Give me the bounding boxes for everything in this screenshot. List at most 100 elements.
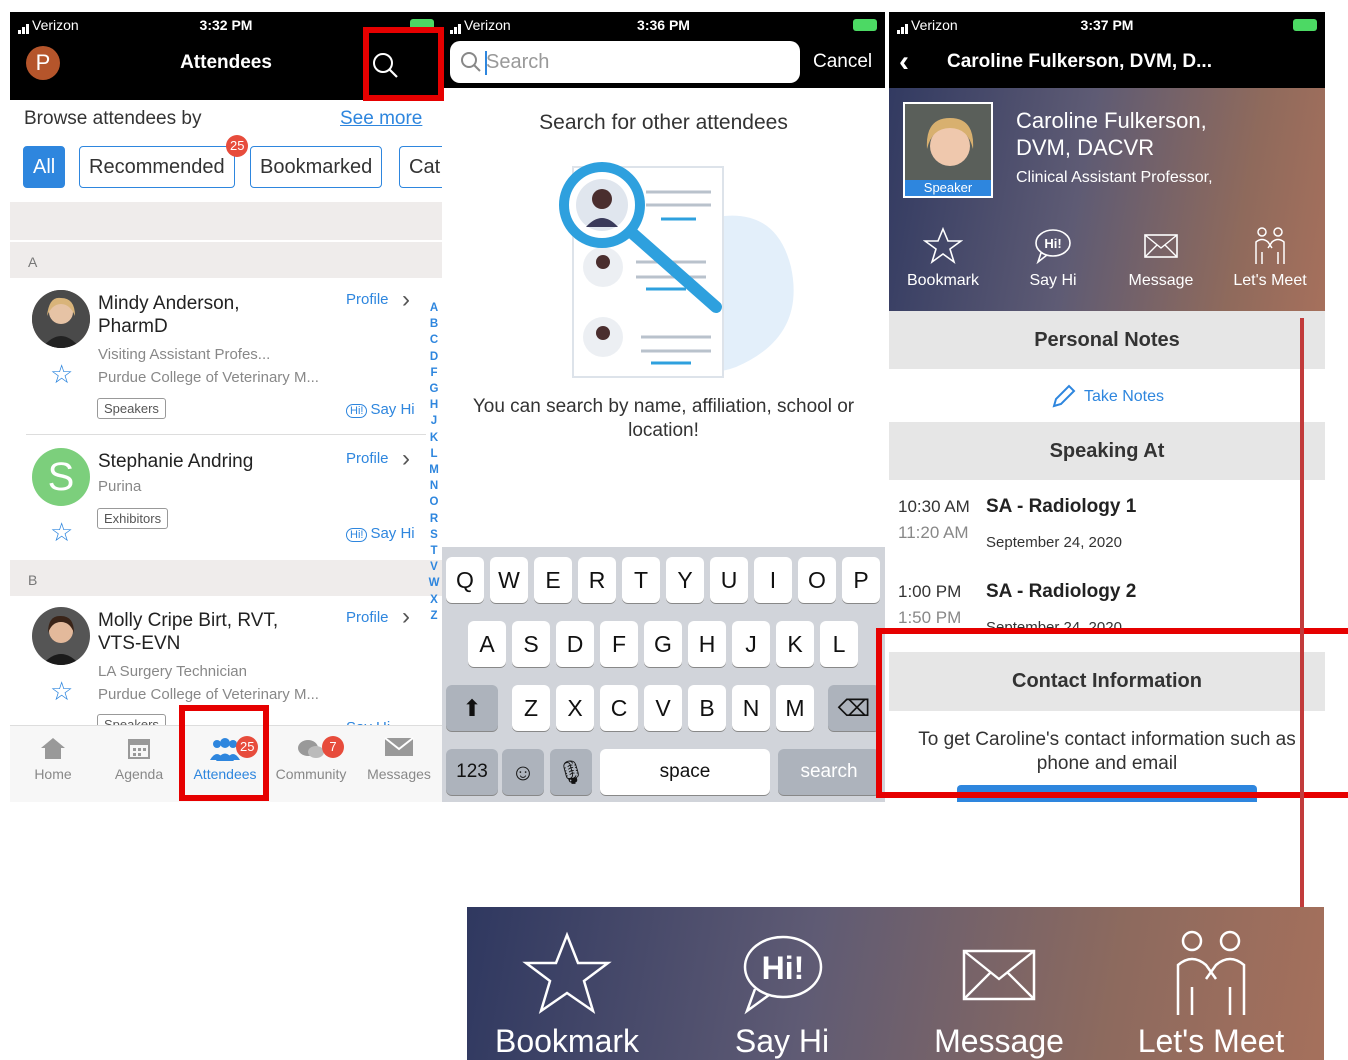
shift-key[interactable]: ⬆ (446, 685, 498, 731)
index-letter[interactable]: C (428, 332, 440, 348)
battery-icon (1293, 19, 1317, 31)
index-letter[interactable]: T (428, 543, 440, 559)
key[interactable]: N (732, 685, 770, 731)
emoji-key[interactable]: ☺ (502, 749, 544, 795)
tab-messages[interactable]: Messages (356, 726, 442, 782)
key[interactable]: M (776, 685, 814, 731)
key[interactable]: V (644, 685, 682, 731)
index-letter[interactable]: R (428, 511, 440, 527)
tab-agenda[interactable]: Agenda (96, 726, 182, 782)
tab-label: Home (34, 766, 72, 782)
key[interactable]: W (490, 557, 528, 603)
bookmark-button[interactable]: Bookmark (893, 226, 993, 290)
search-input[interactable]: Search (450, 41, 800, 83)
key[interactable]: Q (446, 557, 484, 603)
message-button[interactable]: Message (899, 929, 1099, 1060)
index-letter[interactable]: A (428, 300, 440, 316)
key[interactable]: B (688, 685, 726, 731)
chip-bookmarked[interactable]: Bookmarked (250, 146, 383, 188)
space-key[interactable]: space (600, 749, 770, 795)
index-letter[interactable]: X (428, 592, 440, 608)
index-letter[interactable]: D (428, 349, 440, 365)
lets-meet-button[interactable]: Let's Meet (1220, 226, 1320, 290)
say-hi-button[interactable]: Hi! Say Hi (346, 525, 415, 542)
key[interactable]: C (600, 685, 638, 731)
search-icon (461, 52, 481, 72)
chip-recommended[interactable]: Recommended (79, 146, 235, 188)
message-button[interactable]: Message (1111, 226, 1211, 290)
key[interactable]: U (710, 557, 748, 603)
key[interactable]: A (468, 621, 506, 667)
take-notes-button[interactable]: Take Notes (889, 384, 1325, 410)
say-hi-button[interactable]: Hi! Say Hi (1003, 226, 1103, 290)
key[interactable]: O (798, 557, 836, 603)
index-letter[interactable]: G (428, 381, 440, 397)
index-letter[interactable]: Z (428, 608, 440, 624)
index-letter[interactable]: J (428, 413, 440, 429)
index-letter[interactable]: B (428, 316, 440, 332)
index-letter[interactable]: H (428, 397, 440, 413)
lets-meet-button[interactable]: Let's Meet (1111, 929, 1311, 1060)
key[interactable]: F (600, 621, 638, 667)
bookmark-star-icon[interactable]: ☆ (50, 517, 73, 548)
bookmark-star-icon[interactable]: ☆ (50, 676, 73, 707)
profile-link[interactable]: Profile (346, 609, 389, 626)
index-letter[interactable]: W (428, 575, 440, 591)
key[interactable]: J (732, 621, 770, 667)
person-name[interactable]: Molly Cripe Birt, RVT, (98, 609, 278, 632)
backspace-key[interactable]: ⌫ (828, 685, 880, 731)
numbers-key[interactable]: 123 (446, 749, 498, 795)
search-key[interactable]: search (778, 749, 880, 795)
chip-all[interactable]: All (23, 146, 66, 188)
bookmark-button[interactable]: Bookmark (467, 929, 667, 1060)
microphone-key[interactable]: 🎙 (550, 749, 592, 795)
search-bar-area: Verizon 3:36 PM Search Cancel (442, 12, 885, 88)
back-chevron-icon[interactable]: ‹ (899, 45, 909, 79)
zoomed-action-bar: Bookmark Hi! Say Hi Message Let's Meet (467, 907, 1324, 1060)
person-name-suffix[interactable]: VTS-EVN (98, 632, 180, 655)
search-screen: Verizon 3:36 PM Search Cancel Search for… (442, 12, 885, 802)
index-letter[interactable]: V (428, 559, 440, 575)
person-name[interactable]: Stephanie Andring (98, 450, 253, 473)
key[interactable]: I (754, 557, 792, 603)
key[interactable]: L (820, 621, 858, 667)
session-end-time: 11:20 AM (898, 523, 969, 542)
chip-categories[interactable]: Cat (399, 146, 442, 188)
index-letter[interactable]: K (428, 430, 440, 446)
profile-link[interactable]: Profile (346, 450, 389, 467)
person-name[interactable]: Mindy Anderson, (98, 292, 240, 315)
index-letter[interactable]: O (428, 494, 440, 510)
key[interactable]: H (688, 621, 726, 667)
key[interactable]: K (776, 621, 814, 667)
bookmark-star-icon[interactable]: ☆ (50, 359, 73, 390)
key[interactable]: P (842, 557, 880, 603)
say-hi-button[interactable]: Hi! Say Hi (682, 929, 882, 1060)
key[interactable]: X (556, 685, 594, 731)
chevron-right-icon[interactable]: › (402, 445, 410, 473)
chevron-right-icon[interactable]: › (402, 603, 410, 631)
session-title[interactable]: SA - Radiology 2 (986, 581, 1136, 603)
key[interactable]: S (512, 621, 550, 667)
profile-link[interactable]: Profile (346, 291, 389, 308)
svg-text:Hi!: Hi! (1044, 236, 1061, 251)
index-letter[interactable]: S (428, 527, 440, 543)
index-letter[interactable]: L (428, 446, 440, 462)
see-more-link[interactable]: See more (340, 108, 422, 130)
key[interactable]: Y (666, 557, 704, 603)
person-name-suffix[interactable]: PharmD (98, 315, 168, 338)
cancel-button[interactable]: Cancel (813, 51, 872, 73)
key[interactable]: G (644, 621, 682, 667)
index-letter[interactable]: M (428, 462, 440, 478)
chevron-right-icon[interactable]: › (402, 286, 410, 314)
key[interactable]: D (556, 621, 594, 667)
key[interactable]: R (578, 557, 616, 603)
key[interactable]: Z (512, 685, 550, 731)
tab-home[interactable]: Home (10, 726, 96, 782)
index-letter[interactable]: F (428, 365, 440, 381)
say-hi-button[interactable]: Hi! Say Hi (346, 401, 415, 418)
key[interactable]: E (534, 557, 572, 603)
alphabet-index[interactable]: A B C D F G H J K L M N O R S T V W X Z (428, 300, 440, 624)
session-title[interactable]: SA - Radiology 1 (986, 496, 1136, 518)
key[interactable]: T (622, 557, 660, 603)
index-letter[interactable]: N (428, 478, 440, 494)
